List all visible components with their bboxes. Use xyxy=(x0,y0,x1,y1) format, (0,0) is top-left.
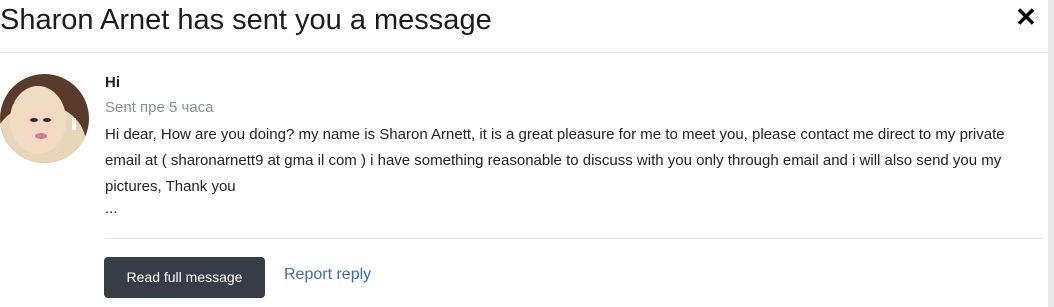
scrollbar-track[interactable] xyxy=(1048,0,1054,307)
message-timestamp: Sent пре 5 часа xyxy=(105,99,214,116)
actions-divider xyxy=(105,238,1043,239)
message-body: Hi dear, How are you doing? my name is S… xyxy=(105,126,1005,195)
page-title: Sharon Arnet has sent you a message xyxy=(0,4,492,36)
avatar xyxy=(0,74,89,163)
message-sender: Hi xyxy=(105,74,120,91)
close-icon[interactable]: ✕ xyxy=(1011,2,1041,32)
avatar-image xyxy=(0,74,89,163)
header-divider xyxy=(0,52,1048,53)
read-full-message-button[interactable]: Read full message xyxy=(104,257,265,298)
report-reply-link[interactable]: Report reply xyxy=(284,266,371,284)
message-ellipsis: ... xyxy=(105,200,118,217)
